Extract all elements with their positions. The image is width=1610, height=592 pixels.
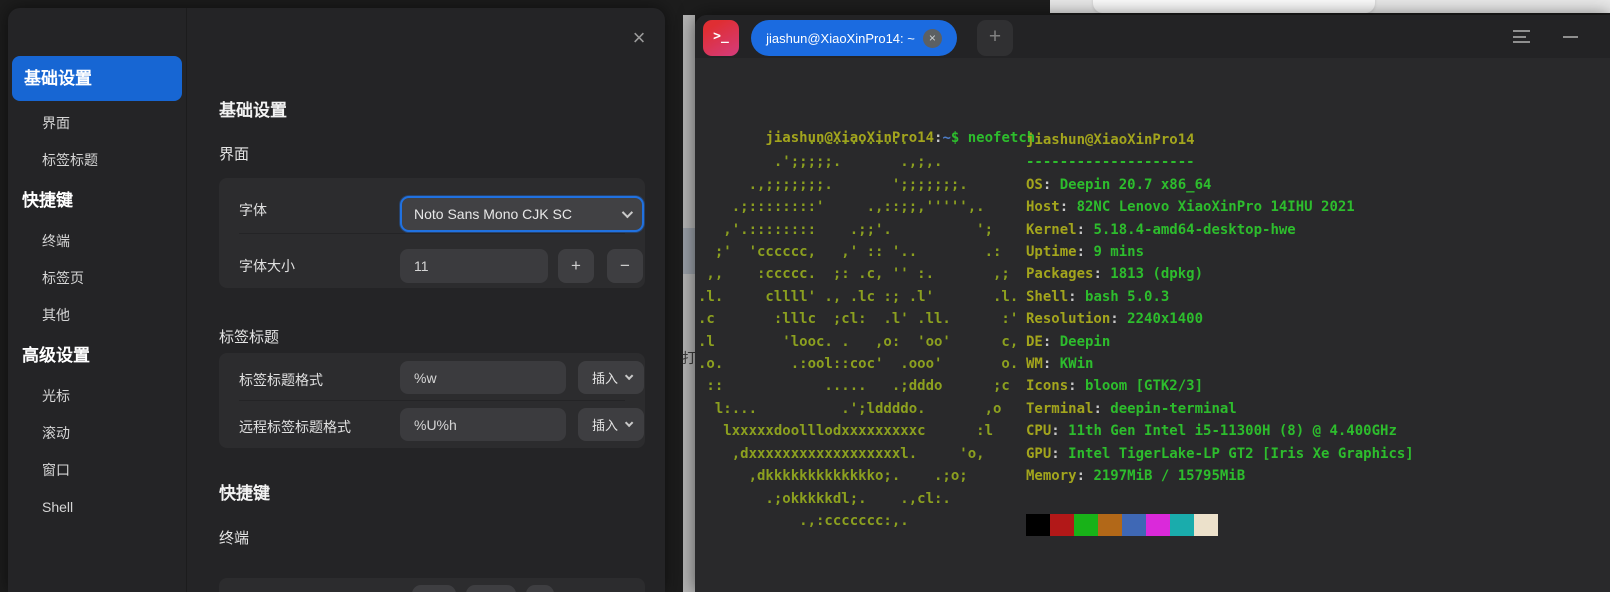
key-chip-c[interactable]: C — [526, 585, 554, 592]
subsection-terminal: 终端 — [219, 530, 250, 547]
neofetch-underline: -------------------- — [1026, 154, 1195, 171]
sidebar-item-0[interactable]: 基础设置 — [12, 56, 182, 101]
subsection-tab-title: 标签标题 — [219, 329, 280, 346]
neofetch-info-row: DE: Deepin — [1026, 333, 1111, 350]
tab-format-value: %w — [414, 369, 437, 386]
sidebar-item-6[interactable]: 其他 — [8, 297, 186, 334]
chevron-down-icon — [624, 371, 634, 380]
minimize-icon[interactable] — [1563, 36, 1578, 38]
key-chip-shift[interactable]: Shift — [466, 585, 516, 592]
palette-swatch-2 — [1074, 514, 1098, 536]
palette-swatch-6 — [1170, 514, 1194, 536]
neofetch-info-row: Packages: 1813 (dpkg) — [1026, 266, 1204, 283]
background-window-text: 打 — [682, 350, 696, 366]
font-label: 字体 — [239, 202, 267, 218]
background-window-edge-shade — [683, 228, 695, 274]
sidebar-divider — [186, 8, 187, 592]
settings-window: × 基础设置 界面 标签标题 快捷键 终端 标签页 其他 高级设置 光标 滚动 窗口 Shell 基础… — [8, 8, 665, 592]
font-family-dropdown[interactable]: Noto Sans Mono CJK SC — [400, 196, 644, 232]
section-heading-shortcuts: 快捷键 — [219, 484, 270, 503]
remote-format-input[interactable]: %U%h — [400, 408, 566, 441]
terminal-app-icon: >_ — [703, 20, 739, 56]
menu-icon[interactable] — [1513, 30, 1530, 43]
neofetch-info-row: OS: Deepin 20.7 x86_64 — [1026, 176, 1212, 193]
chevron-down-icon — [621, 206, 634, 219]
tab-close-icon[interactable]: × — [922, 28, 942, 48]
neofetch-info-row: Kernel: 5.18.4-amd64-desktop-hwe — [1026, 221, 1296, 238]
terminal-content[interactable]: jiashun@XiaoXinPro14:~$ neofetch .......… — [695, 58, 1610, 592]
section-heading-basic: 基础设置 — [219, 101, 287, 120]
insert-button-label: 插入 — [591, 371, 618, 386]
neofetch-info-row: Icons: bloom [GTK2/3] — [1026, 378, 1204, 395]
sidebar-item-1[interactable]: 界面 — [8, 105, 186, 142]
sidebar-item-5[interactable]: 标签页 — [8, 260, 186, 297]
neofetch-info-row: CPU: 11th Gen Intel i5-11300H (8) @ 4.40… — [1026, 423, 1397, 440]
tab-format-insert-button[interactable]: 插入 — [578, 361, 644, 394]
terminal-tabbar: >_ jiashun@XiaoXinPro14: ~ × + — [695, 15, 1610, 58]
palette-swatch-0 — [1026, 514, 1050, 536]
sidebar-item-4[interactable]: 终端 — [8, 223, 186, 260]
font-size-increase-button[interactable]: + — [558, 249, 594, 283]
sidebar-item-10[interactable]: 窗口 — [8, 452, 186, 489]
remote-format-value: %U%h — [414, 416, 457, 433]
terminal-window: >_ jiashun@XiaoXinPro14: ~ × + jiashun@X… — [695, 15, 1610, 592]
neofetch-info-row: Memory: 2197MiB / 15795MiB — [1026, 468, 1246, 485]
neofetch-color-palette — [1026, 514, 1218, 536]
terminal-tab-active[interactable]: jiashun@XiaoXinPro14: ~ × — [751, 20, 957, 56]
row-divider — [239, 400, 625, 401]
sidebar-item-7[interactable]: 高级设置 — [8, 334, 186, 378]
neofetch-info-row: Terminal: deepin-terminal — [1026, 400, 1237, 417]
neofetch-info-row: GPU: Intel TigerLake-LP GT2 [Iris Xe Gra… — [1026, 445, 1414, 462]
tab-format-label: 标签标题格式 — [239, 372, 323, 388]
font-size-decrease-button[interactable]: − — [607, 249, 643, 283]
row-divider — [239, 233, 625, 234]
neofetch-title: jiashun@XiaoXinPro14 — [1026, 132, 1195, 148]
insert-button-label: 插入 — [591, 418, 618, 433]
palette-swatch-5 — [1146, 514, 1170, 536]
font-size-label: 字体大小 — [239, 258, 295, 274]
tab-format-input[interactable]: %w — [400, 361, 566, 394]
key-chip-ctrl[interactable]: Ctrl — [412, 585, 456, 592]
neofetch-info-row: WM: KWin — [1026, 356, 1094, 373]
desktop: 打 × 基础设置 界面 标签标题 快捷键 终端 标签页 其他 高级设置 光标 滚动 窗口 Shell … — [0, 0, 1610, 592]
sidebar-item-11[interactable]: Shell — [8, 489, 186, 526]
background-search-box-edge — [1093, 0, 1375, 13]
font-size-value: 11 — [414, 258, 429, 274]
sidebar-item-2[interactable]: 标签标题 — [8, 142, 186, 179]
subsection-interface: 界面 — [219, 146, 250, 163]
sidebar-item-8[interactable]: 光标 — [8, 378, 186, 415]
neofetch-info-row: Uptime: 9 mins — [1026, 244, 1145, 261]
remote-format-label: 远程标签标题格式 — [239, 419, 351, 435]
remote-format-insert-button[interactable]: 插入 — [578, 408, 644, 441]
palette-swatch-7 — [1194, 514, 1218, 536]
font-family-value: Noto Sans Mono CJK SC — [414, 206, 572, 222]
terminal-tab-title: jiashun@XiaoXinPro14: ~ — [766, 30, 915, 46]
sidebar-item-3[interactable]: 快捷键 — [8, 179, 186, 223]
palette-swatch-1 — [1050, 514, 1074, 536]
palette-swatch-3 — [1098, 514, 1122, 536]
new-tab-button[interactable]: + — [977, 20, 1013, 56]
font-size-input[interactable]: 11 — [400, 249, 548, 283]
chevron-down-icon — [624, 418, 634, 427]
neofetch-info-row: Shell: bash 5.0.3 — [1026, 288, 1170, 305]
background-window-edge — [683, 15, 695, 592]
neofetch-info-row: Resolution: 2240x1400 — [1026, 311, 1204, 328]
sidebar-item-9[interactable]: 滚动 — [8, 415, 186, 452]
neofetch-info-row: Host: 82NC Lenovo XiaoXinPro 14IHU 2021 — [1026, 199, 1355, 216]
close-icon[interactable]: × — [627, 26, 651, 50]
prompt-line-2: jiashun@XiaoXinPro14:~$ — [698, 588, 969, 592]
neofetch-ascii-logo: ............ .';;;;;. .,;,. .,;;;;;;;. '… — [698, 132, 1019, 529]
settings-sidebar: 基础设置界面 标签标题 快捷键 终端 标签页 其他 高级设置 光标 滚动 窗口 Shell — [8, 56, 186, 526]
neofetch-info: jiashun@XiaoXinPro14 --------------------… — [1026, 129, 1414, 488]
palette-swatch-4 — [1122, 514, 1146, 536]
